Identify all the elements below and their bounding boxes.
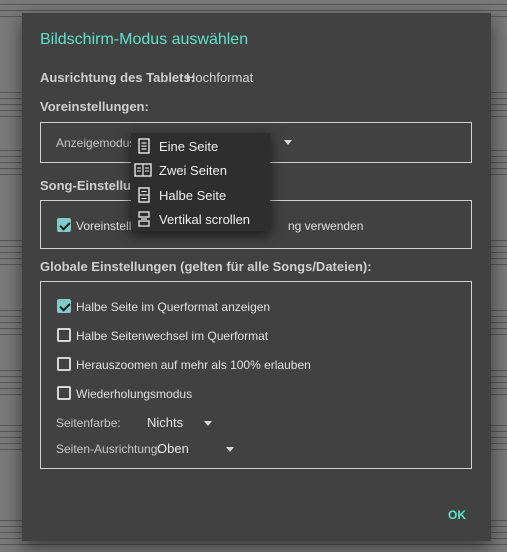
page-color-label: Seitenfarbe:: [56, 416, 121, 430]
menu-item-single-page[interactable]: Eine Seite: [131, 134, 270, 158]
orientation-value: Hochformat: [186, 70, 254, 85]
menu-item-label: Zwei Seiten: [159, 163, 227, 178]
global-settings-heading: Globale Einstellungen (gelten für alle S…: [40, 259, 372, 274]
vertical-scroll-icon: [138, 211, 150, 227]
zoom-out-checkbox[interactable]: [57, 357, 71, 371]
page-color-dropdown-icon[interactable]: [204, 421, 212, 426]
display-mode-label: Anzeigemodus:: [56, 136, 139, 150]
page-align-dropdown-icon[interactable]: [226, 447, 234, 452]
repeat-mode-checkbox[interactable]: [57, 386, 71, 400]
single-page-icon: [138, 138, 150, 154]
menu-item-label: Eine Seite: [159, 139, 219, 154]
screen-mode-dialog: Bildschirm-Modus auswählen Ausrichtung d…: [22, 13, 491, 541]
global-settings-box: Halbe Seite im Querformat anzeigen Halbe…: [40, 281, 472, 469]
presets-heading: Voreinstellungen:: [40, 99, 149, 114]
menu-item-two-pages[interactable]: Zwei Seiten: [131, 158, 270, 182]
half-page-flip-label: Halbe Seitenwechsel im Querformat: [76, 329, 269, 343]
dialog-title: Bildschirm-Modus auswählen: [40, 31, 249, 48]
page-align-label: Seiten-Ausrichtung:: [56, 442, 161, 456]
menu-item-label: Vertikal scrollen: [159, 212, 251, 227]
zoom-out-label: Herauszoomen auf mehr als 100% erlauben: [76, 358, 311, 372]
menu-item-label: Halbe Seite: [159, 188, 227, 203]
two-pages-icon: [134, 163, 152, 177]
half-page-landscape-checkbox[interactable]: [57, 299, 71, 313]
half-page-icon: [138, 187, 150, 203]
menu-item-half-page[interactable]: Halbe Seite: [131, 183, 270, 207]
page-color-select[interactable]: Nichts: [147, 415, 183, 430]
ok-button[interactable]: OK: [448, 508, 466, 522]
half-page-landscape-label: Halbe Seite im Querformat anzeigen: [76, 300, 271, 314]
song-settings-checkbox-label-right: ng verwenden: [288, 219, 364, 233]
repeat-mode-label: Wiederholungsmodus: [76, 387, 193, 401]
song-settings-checkbox[interactable]: [57, 218, 71, 232]
display-mode-menu: Eine Seite Zwei Seiten Halbe Seite Verti…: [131, 133, 270, 231]
orientation-label: Ausrichtung des Tablets:: [40, 70, 196, 85]
display-mode-dropdown-icon[interactable]: [284, 140, 292, 145]
half-page-flip-checkbox[interactable]: [57, 328, 71, 342]
menu-item-vertical-scroll[interactable]: Vertikal scrollen: [131, 207, 270, 231]
song-settings-checkbox-label-left: Voreinstell: [76, 219, 132, 233]
page-align-select[interactable]: Oben: [157, 441, 189, 456]
